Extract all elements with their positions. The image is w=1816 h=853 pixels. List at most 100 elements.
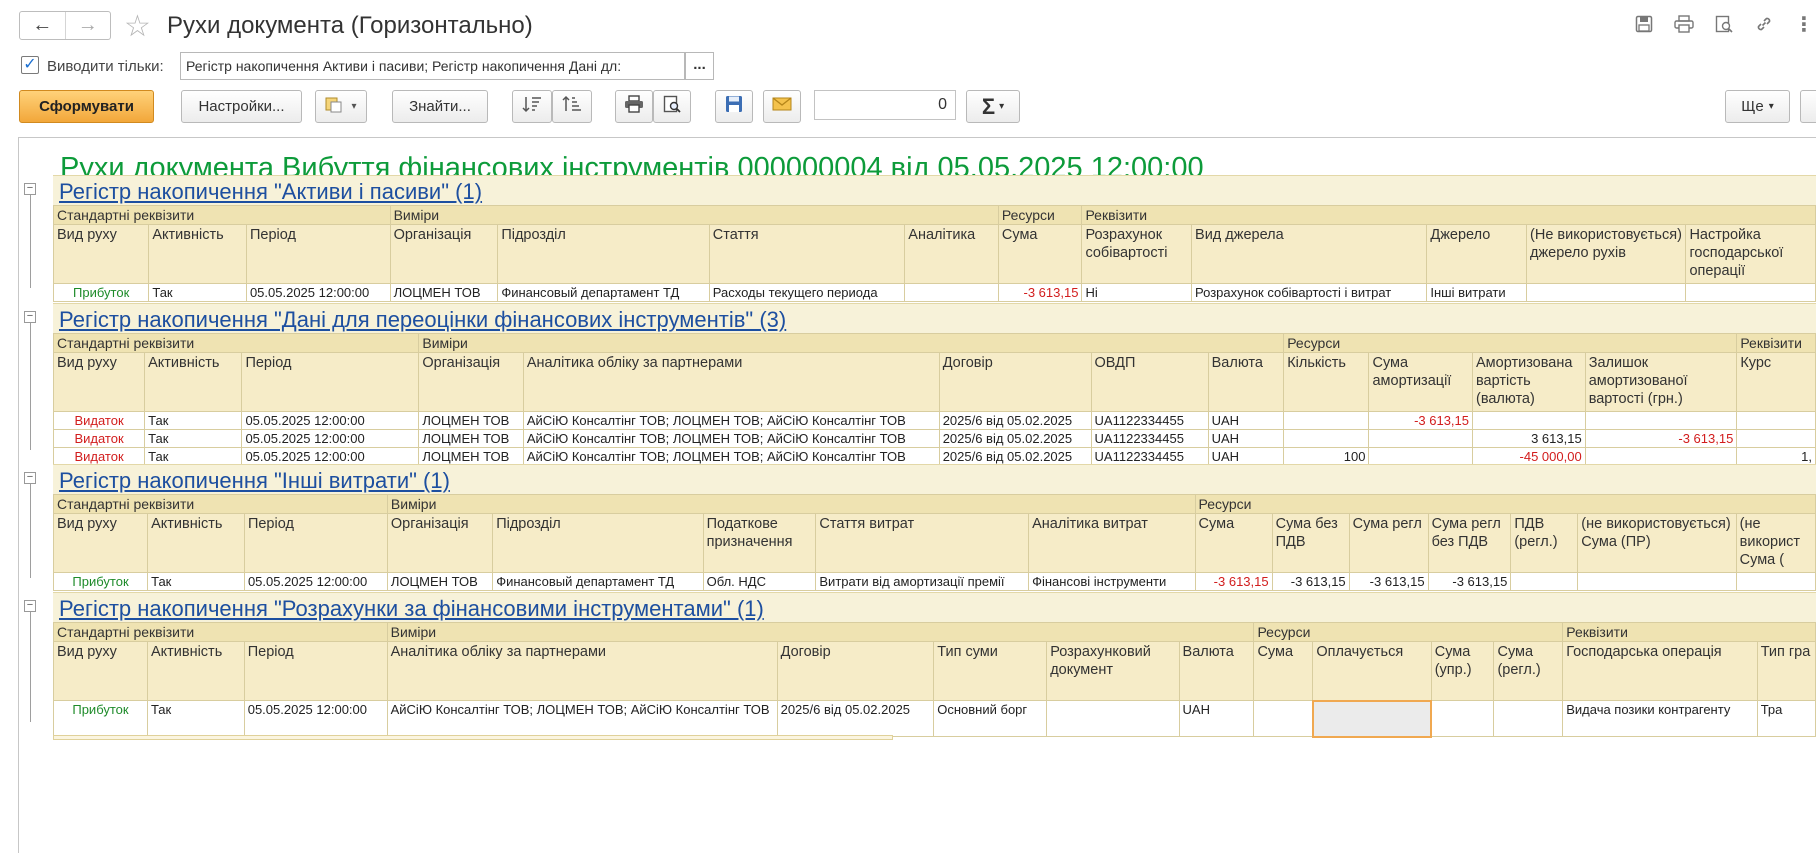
- more-button[interactable]: Ще ▾: [1725, 90, 1790, 123]
- cell[interactable]: [1510, 572, 1579, 591]
- star-icon[interactable]: ☆: [124, 9, 151, 44]
- cell[interactable]: Видаток: [52, 411, 146, 430]
- section-title-link[interactable]: Регістр накопичення "Інші витрати" (1): [59, 468, 450, 493]
- section-title-link[interactable]: Регістр накопичення "Активи і пасиви" (1…: [59, 179, 482, 204]
- cell[interactable]: [1368, 429, 1473, 448]
- cell[interactable]: 05.05.2025 12:00:00: [241, 429, 420, 448]
- settings-button[interactable]: Настройки...: [181, 90, 302, 123]
- print-preview-button[interactable]: [653, 90, 691, 123]
- sort-ascending-button[interactable]: [512, 90, 552, 123]
- registers-filter-field[interactable]: Регістр накопичення Активи і пасиви; Рег…: [180, 52, 685, 80]
- cell[interactable]: Тра: [1756, 700, 1816, 737]
- cell[interactable]: ЛОЦМЕН ТОВ: [418, 447, 524, 466]
- variants-dropdown-button[interactable]: ▾: [315, 90, 367, 123]
- cell[interactable]: Финансовый департамент ТД: [497, 283, 710, 302]
- cell[interactable]: [1253, 700, 1314, 737]
- cell[interactable]: -3 613,15: [1271, 572, 1350, 591]
- table-row[interactable]: Прибуток Так 05.05.2025 12:00:00 ЛОЦМЕН …: [52, 283, 1816, 302]
- selected-cell[interactable]: [1311, 699, 1433, 738]
- cell[interactable]: Фінансові інструменти: [1028, 572, 1196, 591]
- find-button[interactable]: Знайти...: [392, 90, 488, 123]
- cell[interactable]: АйСіЮ Консалтінг ТОВ; ЛОЦМЕН ТОВ; АйСіЮ …: [522, 429, 940, 448]
- cell[interactable]: -3 613,15: [997, 283, 1083, 302]
- collapse-section-1-icon[interactable]: −: [24, 183, 36, 195]
- cell[interactable]: Видаток: [52, 429, 146, 448]
- number-field[interactable]: 0: [814, 90, 956, 120]
- cell[interactable]: [1735, 572, 1816, 591]
- cell[interactable]: АйСіЮ Консалтінг ТОВ; ЛОЦМЕН ТОВ; АйСіЮ …: [522, 447, 940, 466]
- cell[interactable]: -3 613,15: [1348, 572, 1429, 591]
- cell[interactable]: ЛОЦМЕН ТОВ: [386, 572, 494, 591]
- cell[interactable]: [1736, 411, 1816, 430]
- cell[interactable]: Видаток: [52, 447, 146, 466]
- cell[interactable]: [1736, 429, 1816, 448]
- cell[interactable]: Финансовый департамент ТД: [492, 572, 704, 591]
- cell[interactable]: [1577, 572, 1737, 591]
- print-button[interactable]: [615, 90, 653, 123]
- cell[interactable]: [1283, 429, 1370, 448]
- cell[interactable]: [1368, 447, 1473, 466]
- table-row[interactable]: Прибуток Так 05.05.2025 12:00:00 АйСіЮ К…: [53, 699, 1816, 738]
- collapse-section-2-icon[interactable]: −: [24, 311, 36, 323]
- cell[interactable]: UAH: [1207, 447, 1285, 466]
- cell[interactable]: UAH: [1207, 429, 1285, 448]
- generate-button[interactable]: Сформувати: [19, 90, 154, 123]
- cell[interactable]: ЛОЦМЕН ТОВ: [418, 429, 524, 448]
- cell[interactable]: 2025/6 від 05.02.2025: [938, 429, 1092, 448]
- section-title-link[interactable]: Регістр накопичення "Дані для переоцінки…: [59, 307, 786, 332]
- cell[interactable]: 3 613,15: [1472, 429, 1586, 448]
- cell[interactable]: -3 613,15: [1368, 411, 1473, 430]
- cell[interactable]: [1493, 700, 1564, 737]
- cell[interactable]: [904, 283, 999, 302]
- link-icon[interactable]: [1752, 12, 1776, 36]
- cell[interactable]: Основний борг: [933, 700, 1048, 737]
- table-row[interactable]: Видаток Так 05.05.2025 12:00:00 ЛОЦМЕН Т…: [52, 411, 1816, 430]
- cell[interactable]: -45 000,00: [1472, 447, 1586, 466]
- cell[interactable]: UA1122334455: [1090, 429, 1209, 448]
- collapse-section-4-icon[interactable]: −: [24, 600, 36, 612]
- cell[interactable]: UAH: [1178, 700, 1255, 737]
- cell[interactable]: Інші витрати: [1426, 283, 1528, 302]
- cell[interactable]: -3 613,15: [1584, 429, 1738, 448]
- cell[interactable]: ЛОЦМЕН ТОВ: [389, 283, 499, 302]
- cell[interactable]: 05.05.2025 12:00:00: [243, 700, 388, 737]
- cell[interactable]: 2025/6 від 05.02.2025: [938, 411, 1092, 430]
- cell[interactable]: 05.05.2025 12:00:00: [243, 572, 388, 591]
- cell[interactable]: Так: [144, 447, 243, 466]
- cell[interactable]: Так: [148, 283, 247, 302]
- cell[interactable]: Прибуток: [52, 283, 150, 302]
- cell[interactable]: Прибуток: [53, 700, 148, 737]
- select-registers-button[interactable]: ...: [685, 52, 714, 80]
- cell[interactable]: [1283, 411, 1370, 430]
- cell[interactable]: [1685, 283, 1816, 302]
- cell[interactable]: UA1122334455: [1090, 411, 1209, 430]
- sort-descending-button[interactable]: [552, 90, 592, 123]
- cell[interactable]: 1,: [1736, 447, 1816, 466]
- cell[interactable]: 05.05.2025 12:00:00: [241, 447, 420, 466]
- cell[interactable]: 100: [1283, 447, 1370, 466]
- save-button[interactable]: [715, 90, 753, 123]
- cell[interactable]: [1430, 700, 1495, 737]
- cell[interactable]: [1584, 411, 1738, 430]
- forward-button[interactable]: →: [64, 12, 111, 39]
- cell[interactable]: Так: [144, 411, 243, 430]
- table-row[interactable]: Видаток Так 05.05.2025 12:00:00 ЛОЦМЕН Т…: [52, 429, 1816, 448]
- more-vertical-icon[interactable]: ⋮: [1792, 12, 1816, 36]
- collapse-section-3-icon[interactable]: −: [24, 472, 36, 484]
- cell[interactable]: -3 613,15: [1427, 572, 1512, 591]
- cell[interactable]: UA1122334455: [1090, 447, 1209, 466]
- cell[interactable]: Прибуток: [52, 572, 149, 591]
- print-icon[interactable]: [1672, 12, 1696, 36]
- cell[interactable]: [1584, 447, 1738, 466]
- cell[interactable]: Расходы текущего периода: [708, 283, 906, 302]
- cell[interactable]: [1526, 283, 1687, 302]
- cell[interactable]: [1046, 700, 1180, 737]
- sum-dropdown-button[interactable]: Σ ▾: [966, 90, 1020, 123]
- cell[interactable]: Ні: [1081, 283, 1193, 302]
- cell[interactable]: 05.05.2025 12:00:00: [245, 283, 391, 302]
- show-only-checkbox[interactable]: ✓: [21, 56, 39, 74]
- cell[interactable]: Обл. НДС: [702, 572, 817, 591]
- cell[interactable]: 2025/6 від 05.02.2025: [776, 700, 935, 737]
- send-email-button[interactable]: [763, 90, 801, 123]
- report-spreadsheet[interactable]: Рухи документа Вибуття фінансових інстру…: [18, 137, 1816, 853]
